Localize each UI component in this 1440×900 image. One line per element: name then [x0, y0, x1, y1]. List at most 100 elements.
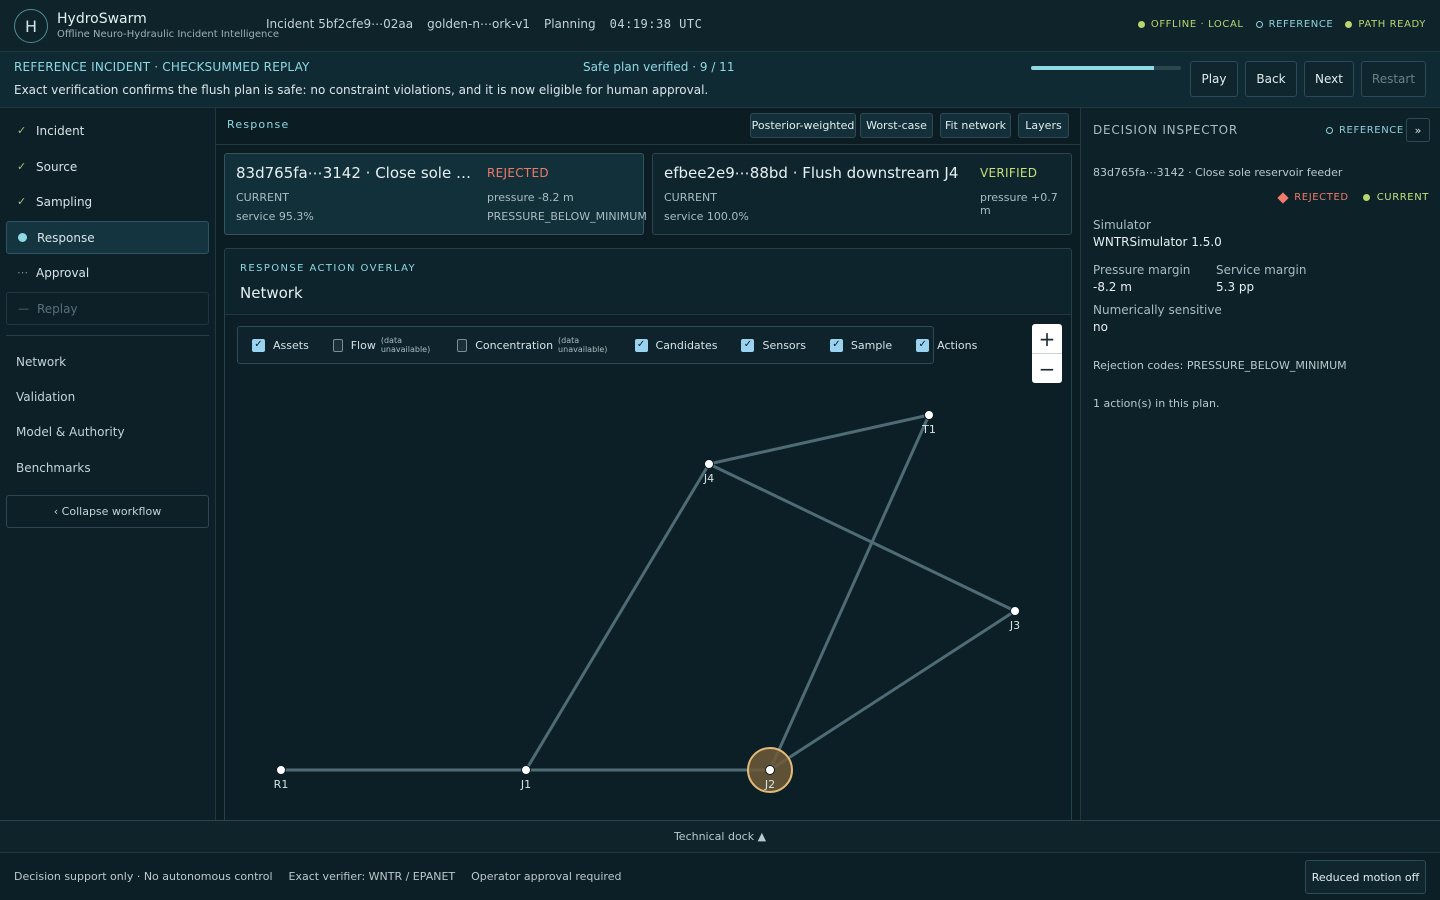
posterior-weighted-button[interactable]: Posterior-weighted	[750, 113, 856, 138]
rejection-codes: Rejection codes: PRESSURE_BELOW_MINIMUM	[1093, 359, 1347, 372]
checkbox-icon[interactable]: ✓	[252, 338, 265, 352]
back-button[interactable]: Back	[1245, 61, 1297, 97]
pressure-margin-label: Pressure margin	[1093, 263, 1191, 277]
main-panel: Response Posterior-weighted Worst-case F…	[216, 108, 1080, 828]
status-dot-icon	[1362, 194, 1370, 201]
layer-note: (data unavailable)	[558, 336, 608, 354]
candidate-pressure: pressure -8.2 m	[487, 191, 574, 204]
layer-label: Flow	[350, 338, 376, 352]
worst-case-button[interactable]: Worst-case	[860, 113, 933, 138]
nav-network[interactable]: Network	[16, 355, 66, 369]
layer-toggle-sample[interactable]: ✓ Sample	[829, 338, 892, 352]
layer-toggle-assets[interactable]: ✓ Assets	[252, 338, 309, 352]
nav-sampling[interactable]: ✓ Sampling	[6, 185, 209, 218]
expand-inspector-button[interactable]: »	[1406, 118, 1430, 142]
node-label-T1: T1	[921, 423, 936, 436]
layer-label: Assets	[273, 338, 309, 352]
inspector-reference-badge: REFERENCE	[1326, 125, 1404, 136]
footer-notes: Decision support only · No autonomous co…	[14, 870, 621, 883]
layer-toggle-actions[interactable]: ✓ Actions	[916, 338, 978, 352]
checkbox-icon[interactable]	[332, 338, 343, 352]
node-R1[interactable]	[276, 765, 286, 775]
play-button[interactable]: Play	[1190, 61, 1238, 97]
next-button[interactable]: Next	[1304, 61, 1354, 97]
candidate-card-rejected[interactable]: 83d765fa⋯3142 · Close sole r⋯ CURRENT se…	[224, 153, 647, 235]
offline-status: OFFLINE · LOCAL	[1137, 19, 1244, 30]
candidate-state: CURRENT	[664, 191, 717, 204]
node-T1[interactable]	[924, 410, 934, 420]
service-margin-value: 5.3 pp	[1216, 280, 1255, 294]
nav-incident[interactable]: ✓ Incident	[6, 114, 209, 147]
zoom-out-button[interactable]: −	[1032, 354, 1062, 383]
current-tag: CURRENT	[1362, 192, 1429, 203]
reduced-motion-button[interactable]: Reduced motion off	[1305, 860, 1426, 894]
technical-dock[interactable]: Technical dock ▲	[0, 820, 1440, 853]
progress-fill	[1031, 66, 1154, 70]
nav-replay: — Replay	[6, 292, 209, 325]
replay-progress-bar	[1031, 66, 1181, 70]
checkbox-icon[interactable]: ✓	[916, 338, 930, 352]
candidate-code: PRESSURE_BELOW_MINIMUM	[487, 210, 647, 223]
checkbox-icon[interactable]: ✓	[829, 338, 843, 352]
node-label-J4: J4	[703, 472, 714, 485]
node-J3[interactable]	[1010, 606, 1020, 616]
nav-label: Response	[37, 230, 95, 245]
checkbox-icon[interactable]: ✓	[741, 338, 755, 352]
incident-meta: Incident 5bf2cfe9⋯02aa golden-n⋯ork-v1 P…	[266, 17, 702, 31]
nav-benchmarks[interactable]: Benchmarks	[16, 461, 91, 475]
zoom-in-button[interactable]: +	[1032, 324, 1062, 353]
simulator-label: Simulator	[1093, 218, 1151, 232]
node-J2[interactable]	[765, 765, 775, 775]
nav-validation[interactable]: Validation	[16, 390, 75, 404]
replay-banner: REFERENCE INCIDENT · CHECKSUMMED REPLAY …	[0, 52, 1440, 108]
restart-button[interactable]: Restart	[1361, 61, 1426, 97]
app-logo: H	[14, 9, 48, 43]
pipe-J1-J4[interactable]	[524, 463, 711, 771]
node-J4[interactable]	[704, 459, 714, 469]
footer-note: Exact verifier: WNTR / EPANET	[288, 870, 456, 883]
nav-source[interactable]: ✓ Source	[6, 150, 209, 183]
status-indicators: OFFLINE · LOCAL REFERENCE PATH READY	[1137, 19, 1426, 30]
reference-status: REFERENCE	[1255, 19, 1334, 30]
action-count: 1 action(s) in this plan.	[1093, 397, 1220, 410]
layer-label: Actions	[937, 338, 978, 352]
nav-model-authority[interactable]: Model & Authority	[16, 425, 125, 439]
layer-toggle-sensors[interactable]: ✓ Sensors	[741, 338, 806, 352]
rejected-tag: REJECTED	[1277, 191, 1348, 204]
dock-toggle[interactable]: Technical dock ▲	[0, 830, 1440, 843]
layers-button[interactable]: Layers	[1018, 113, 1069, 138]
app-subtitle: Offline Neuro-Hydraulic Incident Intelli…	[57, 29, 280, 40]
checkbox-icon[interactable]	[457, 338, 468, 352]
phase-label: Planning	[543, 17, 596, 31]
nav-response[interactable]: Response	[6, 221, 209, 254]
workflow-sidebar: ✓ Incident ✓ Source ✓ Sampling Response …	[0, 108, 216, 820]
candidate-card-verified[interactable]: efbee2e9⋯88bd · Flush downstream J4 CURR…	[652, 153, 1072, 235]
candidate-state: CURRENT	[236, 191, 289, 204]
checkbox-icon[interactable]: ✓	[634, 338, 648, 352]
pipe-J4-T1[interactable]	[708, 413, 930, 466]
pipe-J4-J3[interactable]	[708, 462, 1016, 613]
node-J1[interactable]	[521, 765, 531, 775]
progress-text: Safe plan verified · 9 / 11	[583, 60, 735, 74]
node-label-R1: R1	[274, 778, 289, 791]
fit-network-button[interactable]: Fit network	[940, 113, 1011, 138]
collapse-workflow-button[interactable]: ‹ Collapse workflow	[6, 495, 209, 528]
scenario-name: golden-n⋯ork-v1	[427, 17, 530, 31]
inspector-tags: REJECTED CURRENT	[1277, 191, 1429, 204]
layer-toggle-flow[interactable]: Flow (data unavailable)	[332, 336, 434, 354]
layer-toggle-concentration[interactable]: Concentration (data unavailable)	[457, 336, 610, 354]
layer-label: Sensors	[762, 338, 806, 352]
path-status: PATH READY	[1345, 19, 1426, 30]
status-dot-icon	[1137, 21, 1145, 28]
pressure-margin-value: -8.2 m	[1093, 280, 1132, 294]
nav-label: Approval	[36, 265, 90, 280]
banner-message: Exact verification confirms the flush pl…	[14, 83, 709, 97]
response-overlay-panel: RESPONSE ACTION OVERLAY Network R1 J1 J2 J3…	[224, 248, 1072, 828]
layer-toggle-candidates[interactable]: ✓ Candidates	[634, 338, 717, 352]
sensitive-value: no	[1093, 320, 1108, 334]
top-bar: H HydroSwarm Offline Neuro-Hydraulic Inc…	[0, 0, 1440, 52]
node-label-J1: J1	[520, 778, 531, 791]
nav-approval[interactable]: ⋯ Approval	[6, 256, 209, 289]
section-title: Response	[227, 118, 290, 131]
pending-icon: ⋯	[17, 266, 28, 279]
